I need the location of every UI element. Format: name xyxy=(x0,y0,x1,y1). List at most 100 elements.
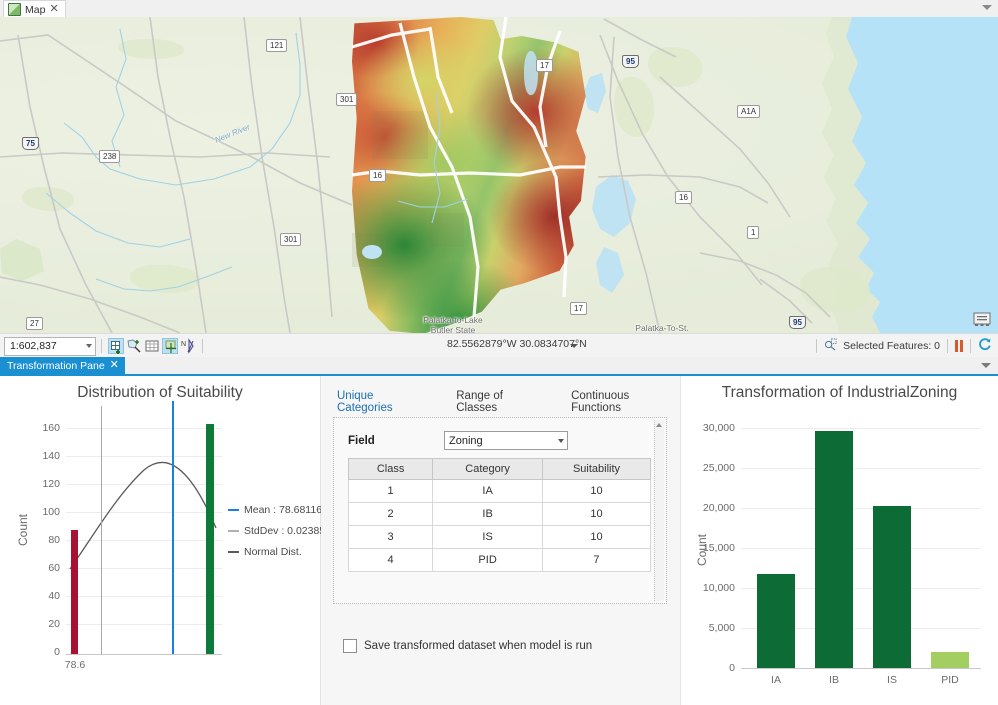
column-header-suitability[interactable]: Suitability xyxy=(541,458,652,480)
legend-item-mean: Mean : 78.68116 xyxy=(228,504,322,516)
route-shield-238: 238 xyxy=(99,150,121,163)
map-canvas[interactable]: New River Palatka-to-LakeButler StateTra… xyxy=(0,17,998,333)
unique-categories-groupbox: Field Zoning Class Category Suitability xyxy=(333,417,667,604)
table-row[interactable]: 4 PID 7 xyxy=(347,548,652,572)
tab-continuous-functions[interactable]: Continuous Functions xyxy=(571,390,680,420)
distribution-chart-panel: Distribution of Suitability Count 160 14… xyxy=(0,376,325,705)
gridline xyxy=(741,428,981,429)
tab-transformation-pane[interactable]: Transformation Pane ✕ xyxy=(0,357,125,374)
close-icon[interactable]: ✕ xyxy=(49,4,58,15)
chevron-down-icon[interactable] xyxy=(982,5,992,10)
pane-tab-label: Transformation Pane xyxy=(7,359,105,372)
y-tick-label: 20 xyxy=(48,618,60,630)
scroll-up-icon[interactable] xyxy=(656,423,662,427)
tab-range-of-classes[interactable]: Range of Classes xyxy=(456,390,545,420)
map-scale-combo[interactable]: 1:602,837 xyxy=(4,336,96,356)
selection-icon xyxy=(824,338,837,354)
cell-suitability[interactable]: 10 xyxy=(541,502,652,526)
chevron-down-icon[interactable] xyxy=(86,344,92,348)
attribute-table-icon[interactable] xyxy=(144,338,160,354)
table-row[interactable]: 3 IS 10 xyxy=(347,525,652,549)
select-features-icon[interactable] xyxy=(126,338,142,354)
histogram-bar xyxy=(71,530,78,654)
x-axis-line xyxy=(741,668,981,669)
column-header-category[interactable]: Category xyxy=(432,458,543,480)
cell-class[interactable]: 3 xyxy=(347,525,434,549)
y-tick-label: 120 xyxy=(42,478,60,490)
legend-swatch-mean xyxy=(228,509,239,511)
route-shield-a1a: A1A xyxy=(737,105,761,118)
normal-distribution-curve xyxy=(69,461,217,570)
cell-class[interactable]: 1 xyxy=(347,479,434,503)
cell-suitability[interactable]: 10 xyxy=(541,525,652,549)
y-tick-label: 160 xyxy=(42,422,60,434)
view-tab-map[interactable]: Map ✕ xyxy=(3,0,66,18)
histogram-bar xyxy=(206,424,214,654)
y-tick-label: 25,000 xyxy=(702,462,735,474)
legend-icon[interactable] xyxy=(972,310,992,327)
route-shield-i95-s: 95 xyxy=(789,316,806,329)
y-tick-label: 0 xyxy=(54,646,60,658)
categories-table[interactable]: Class Category Suitability 1 IA 10 2 IB … xyxy=(347,458,652,572)
cell-suitability[interactable]: 10 xyxy=(541,479,652,503)
gridline xyxy=(741,508,981,509)
table-row[interactable]: 2 IB 10 xyxy=(347,502,652,526)
legend-item-normal: Normal Dist. xyxy=(228,546,302,558)
pause-drawing-icon[interactable] xyxy=(955,339,963,352)
add-data-icon[interactable] xyxy=(108,338,124,354)
stddev-line xyxy=(101,406,102,654)
map-coordinates: 82.5562879°W 30.0834707°N xyxy=(447,338,587,350)
close-icon[interactable]: ✕ xyxy=(110,360,119,371)
legend-swatch-normal xyxy=(228,551,239,553)
column-header-class[interactable]: Class xyxy=(347,458,434,480)
cell-category[interactable]: IB xyxy=(432,502,543,526)
y-tick-label: 20,000 xyxy=(702,502,735,514)
save-transformed-dataset-checkbox[interactable] xyxy=(343,639,357,653)
chevron-down-icon[interactable] xyxy=(570,344,578,348)
measure-icon[interactable]: N xyxy=(180,338,196,354)
legend-label-normal: Normal Dist. xyxy=(244,546,302,558)
view-tab-label: Map xyxy=(25,3,46,16)
field-row: Field Zoning xyxy=(348,431,568,450)
explore-icon[interactable] xyxy=(162,338,178,354)
y-axis-title-distribution: Count xyxy=(16,513,30,546)
view-tab-strip: Map ✕ xyxy=(0,0,998,18)
legend-item-stddev: StdDev : 0.02385 xyxy=(228,525,325,537)
field-select[interactable]: Zoning xyxy=(444,431,568,450)
divider xyxy=(970,338,971,353)
mean-line xyxy=(172,401,174,654)
x-tick-label-IS: IS xyxy=(887,674,897,686)
field-label: Field xyxy=(348,434,375,447)
map-place-label: Palatka-to-LakeButler StateTrail xyxy=(423,315,483,333)
pane-tab-strip: Transformation Pane ✕ xyxy=(0,357,998,376)
map-scale-value: 1:602,837 xyxy=(10,340,57,352)
route-shield-16-w: 16 xyxy=(369,169,386,182)
gridline xyxy=(741,468,981,469)
map-place-label: Palatka-To-St.Augustine StateTrail xyxy=(635,323,689,333)
transformation-pane-body: Distribution of Suitability Count 160 14… xyxy=(0,376,998,705)
table-header-row: Class Category Suitability xyxy=(347,458,652,480)
table-row[interactable]: 1 IA 10 xyxy=(347,479,652,503)
refresh-icon[interactable] xyxy=(978,337,992,354)
cell-category[interactable]: IS xyxy=(432,525,543,549)
chevron-down-icon[interactable] xyxy=(558,438,564,443)
selected-features-label: Selected Features: 0 xyxy=(843,339,940,352)
map-road-network xyxy=(0,17,831,333)
save-transformed-dataset-row[interactable]: Save transformed dataset when model is r… xyxy=(343,639,592,653)
route-shield-us1: 1 xyxy=(747,226,760,239)
y-tick-label: 40 xyxy=(48,590,60,602)
cell-class[interactable]: 4 xyxy=(347,548,434,572)
divider xyxy=(947,338,948,353)
cell-category[interactable]: IA xyxy=(432,479,543,503)
chevron-down-icon[interactable] xyxy=(981,363,991,368)
route-shield-17-n: 17 xyxy=(536,59,553,72)
bar-PID xyxy=(931,652,969,668)
groupbox-scrollbar[interactable] xyxy=(654,420,664,601)
cell-suitability[interactable]: 7 xyxy=(541,548,652,572)
y-tick-label: 60 xyxy=(48,562,60,574)
y-tick-label: 140 xyxy=(42,450,60,462)
map-status-right: Selected Features: 0 xyxy=(815,337,992,354)
cell-class[interactable]: 2 xyxy=(347,502,434,526)
tab-unique-categories[interactable]: Unique Categories xyxy=(337,390,431,420)
cell-category[interactable]: PID xyxy=(432,548,543,572)
